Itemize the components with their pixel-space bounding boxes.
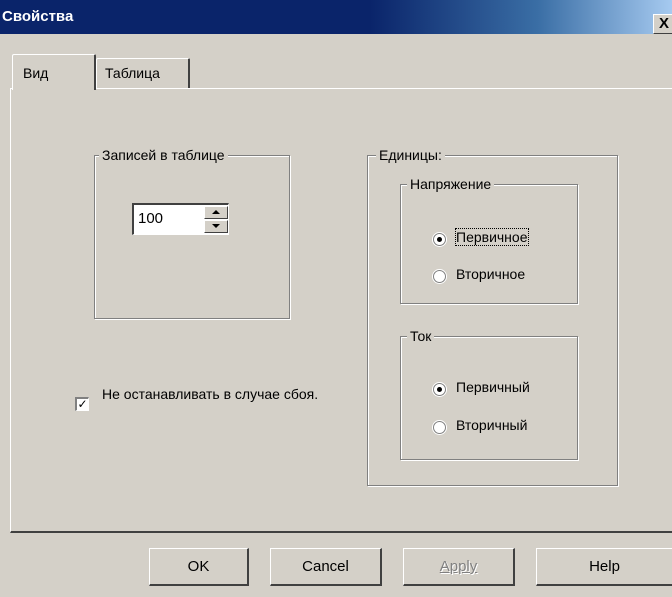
current-secondary-radio[interactable] <box>433 421 446 434</box>
tab-table-label: Таблица <box>105 65 160 81</box>
current-primary-radio[interactable] <box>433 383 446 396</box>
current-group: Ток <box>400 327 578 460</box>
current-primary-label[interactable]: Первичный <box>456 379 530 395</box>
stop-on-error-label[interactable]: Не останавливать в случае сбоя. <box>102 385 347 403</box>
spin-down-button[interactable] <box>204 220 228 233</box>
spin-up-button[interactable] <box>204 206 228 219</box>
voltage-group-title: Напряжение <box>407 175 495 193</box>
voltage-secondary-radio[interactable] <box>433 270 446 283</box>
ok-button[interactable]: OK <box>149 548 249 586</box>
records-group-title: Записей в таблице <box>99 146 228 164</box>
units-group-title: Единицы: <box>376 146 445 164</box>
apply-button[interactable]: Apply <box>403 548 515 586</box>
tab-view-label: Вид <box>23 65 49 81</box>
cancel-button[interactable]: Cancel <box>270 548 382 586</box>
stop-on-error-checkbox[interactable]: ✓ <box>75 397 89 411</box>
close-button[interactable]: X <box>653 14 672 34</box>
tab-view[interactable]: Вид <box>12 54 96 90</box>
title-bar: Свойства X <box>0 0 672 34</box>
voltage-primary-radio[interactable] <box>433 233 446 246</box>
checkmark-icon: ✓ <box>77 397 88 411</box>
current-group-title: Ток <box>407 327 435 345</box>
records-input[interactable]: 100 <box>138 210 163 227</box>
records-group: Записей в таблице <box>94 146 290 319</box>
window-title: Свойства <box>2 8 74 25</box>
current-secondary-label[interactable]: Вторичный <box>456 417 527 433</box>
tab-table[interactable]: Таблица <box>96 58 190 88</box>
close-icon: X <box>659 15 670 32</box>
voltage-secondary-label[interactable]: Вторичное <box>456 266 525 282</box>
help-button[interactable]: Help <box>536 548 672 586</box>
records-spin-box[interactable]: 100 <box>132 203 229 235</box>
voltage-primary-label[interactable]: Первичное <box>455 228 529 246</box>
